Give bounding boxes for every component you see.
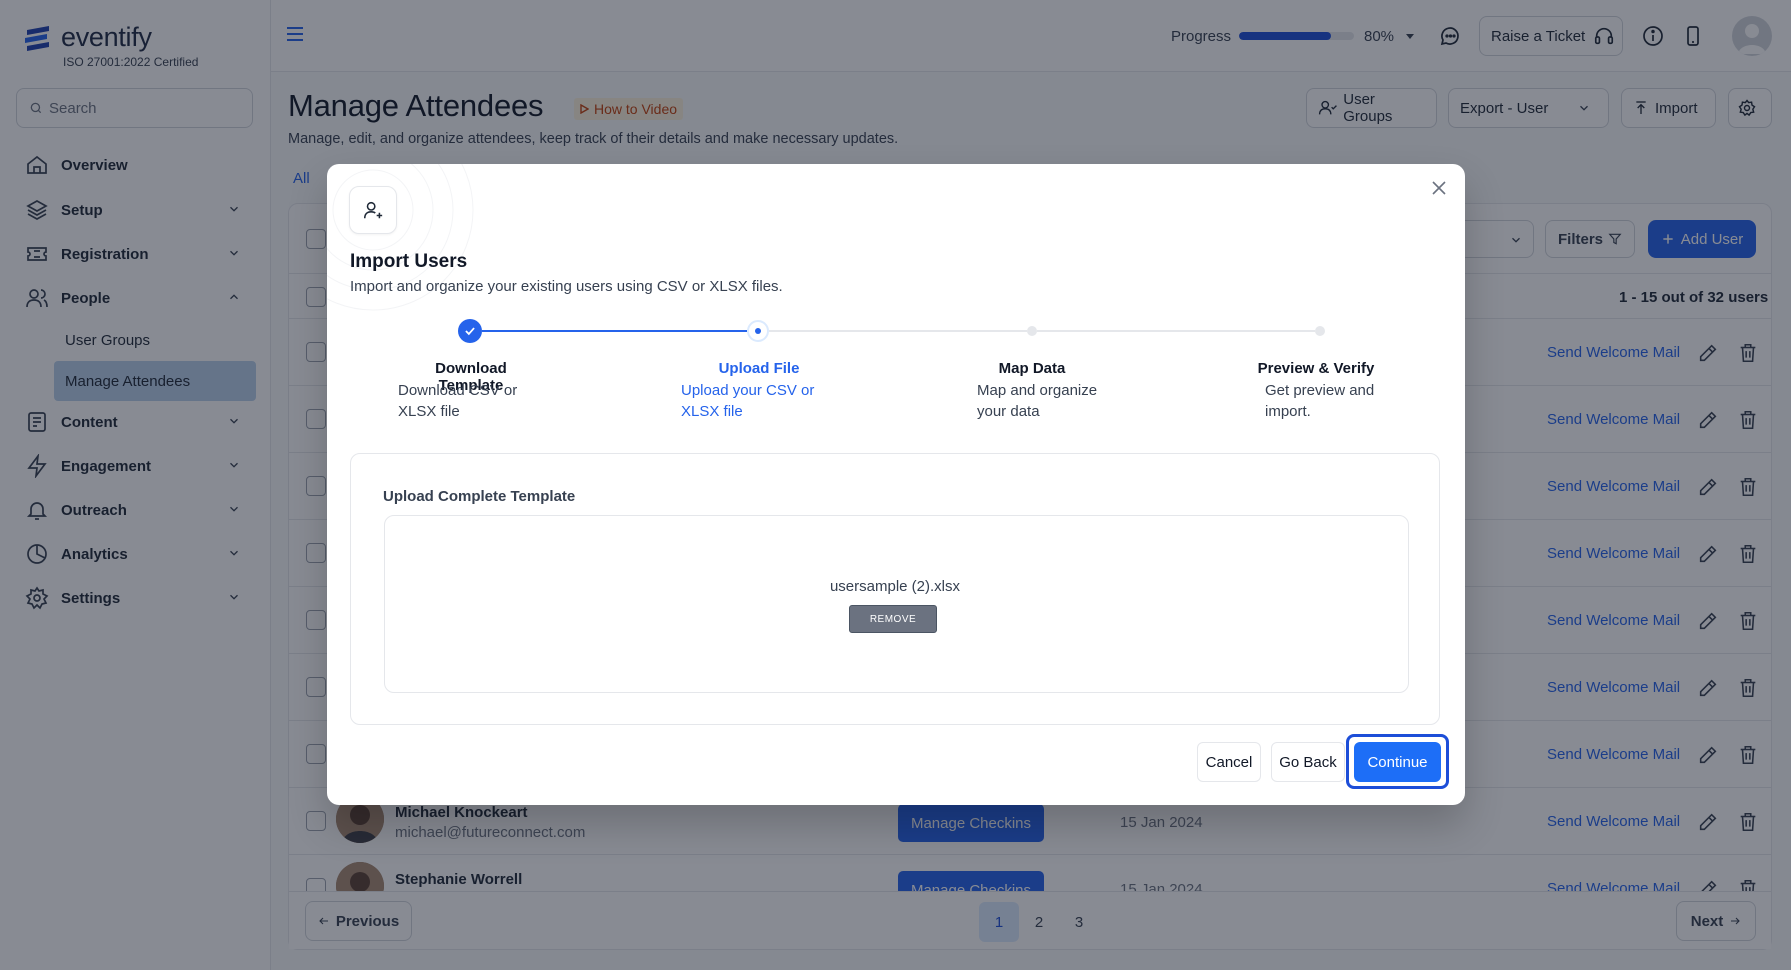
step-4-desc-line2: import.	[1265, 403, 1311, 420]
stepper-line-complete	[482, 330, 747, 332]
uploaded-file-name: usersample (2).xlsx	[829, 578, 961, 595]
cancel-button[interactable]: Cancel	[1197, 742, 1261, 782]
stepper-line	[1037, 330, 1315, 332]
step-current-indicator	[747, 320, 769, 342]
modal-header-icon	[349, 186, 397, 234]
step-pending-indicator	[1315, 326, 1325, 336]
close-icon[interactable]	[1431, 180, 1447, 196]
step-4-desc-line1: Get preview and	[1265, 382, 1375, 399]
file-dropzone[interactable]	[384, 515, 1409, 693]
user-plus-icon	[363, 201, 383, 219]
step-pending-indicator	[1027, 326, 1037, 336]
step-1-desc: Download CSV or XLSX file	[398, 380, 517, 422]
step-1-desc-line1: Download CSV or	[398, 382, 518, 399]
upload-label: Upload Complete Template	[383, 488, 576, 505]
go-back-button[interactable]: Go Back	[1271, 742, 1345, 782]
step-complete-indicator	[458, 319, 482, 343]
step-3-desc-line2: your data	[977, 403, 1040, 420]
remove-file-button[interactable]: REMOVE	[849, 605, 937, 633]
import-users-modal: Import Users Import and organize your ex…	[327, 164, 1465, 805]
check-icon	[465, 327, 475, 336]
step-2-desc-line2: XLSX file	[681, 403, 743, 420]
modal-title: Import Users	[350, 251, 468, 272]
step-4-desc: Get preview and import.	[1265, 380, 1374, 422]
step-3-desc: Map and organize your data	[977, 380, 1097, 422]
step-4-title: Preview & Verify	[1257, 360, 1375, 377]
stepper-line	[769, 330, 1027, 332]
step-2-desc-line1: Upload your CSV or	[681, 382, 815, 399]
step-1-desc-line2: XLSX file	[398, 403, 460, 420]
modal-subtitle: Import and organize your existing users …	[350, 278, 783, 295]
step-3-desc-line1: Map and organize	[977, 382, 1098, 399]
step-3-title: Map Data	[998, 360, 1066, 377]
continue-button[interactable]: Continue	[1354, 742, 1441, 782]
step-2-desc: Upload your CSV or XLSX file	[681, 380, 814, 422]
step-2-title: Upload File	[718, 360, 800, 377]
